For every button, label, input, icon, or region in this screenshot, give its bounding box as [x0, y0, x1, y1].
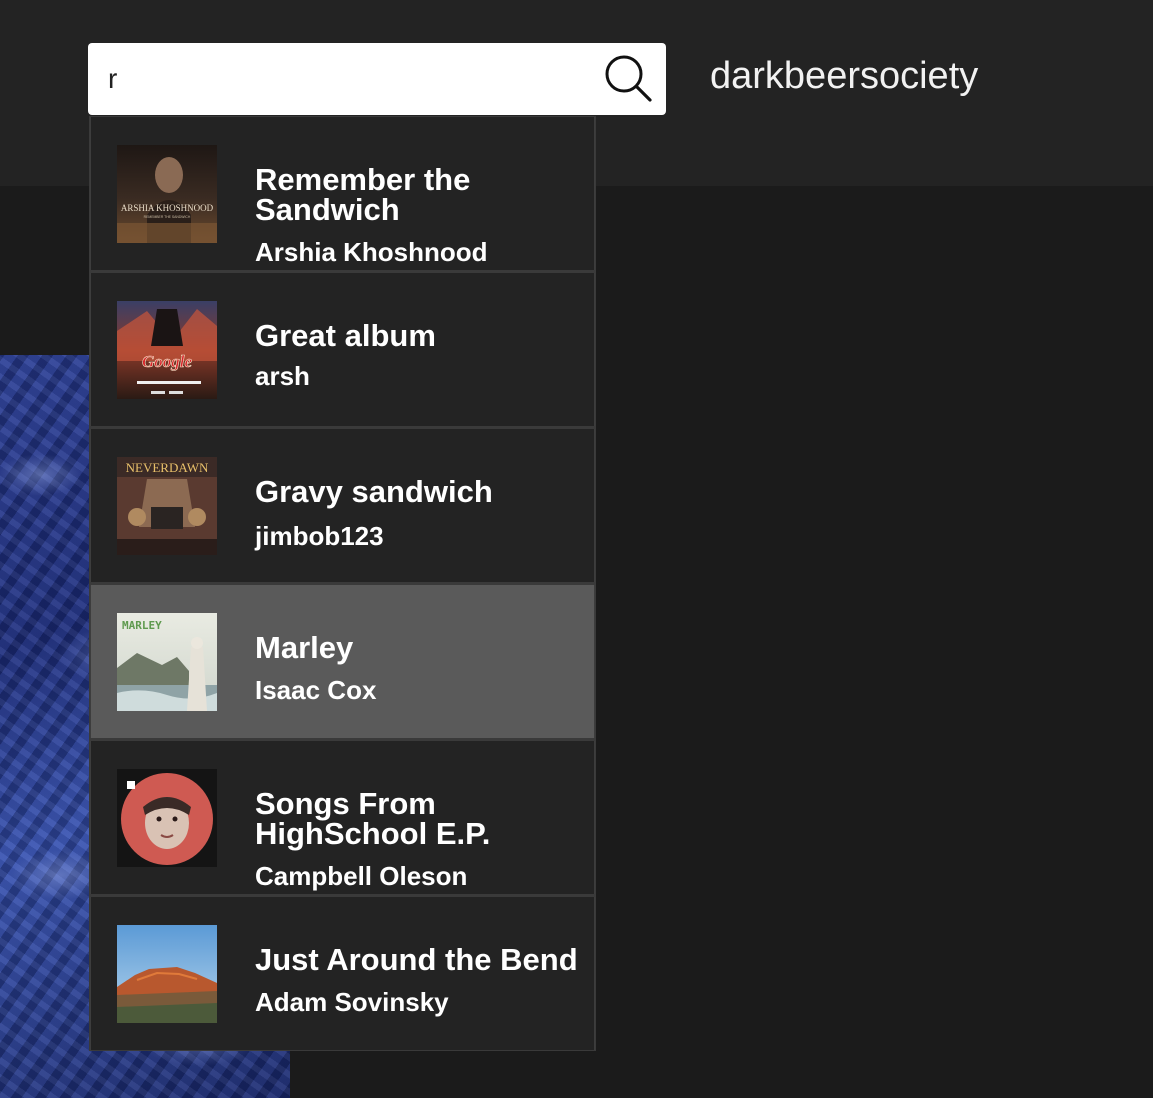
- search-result-item-highlighted[interactable]: MARLEY Marley Isaac Cox: [90, 585, 595, 738]
- search-result-item[interactable]: Just Around the Bend Adam Sovinsky: [90, 897, 595, 1050]
- svg-text:ARSHIA KHOSHNOOD: ARSHIA KHOSHNOOD: [121, 203, 214, 213]
- album-artist: arsh: [255, 361, 310, 391]
- album-title: Marley: [255, 630, 354, 665]
- search-box: [88, 43, 666, 115]
- site-name[interactable]: darkbeersociety: [710, 55, 978, 98]
- album-cover: [117, 769, 217, 867]
- svg-text:NEVERDAWN: NEVERDAWN: [126, 460, 209, 475]
- search-result-item[interactable]: Google Great album arsh: [90, 273, 595, 426]
- svg-text:Google: Google: [142, 352, 193, 371]
- album-artist: Adam Sovinsky: [255, 987, 449, 1017]
- search-icon: [605, 55, 652, 102]
- album-cover: NEVERDAWN: [117, 457, 217, 555]
- album-title: Great album: [255, 318, 436, 353]
- album-artist: Campbell Oleson: [255, 861, 468, 891]
- search-results-dropdown: ARSHIA KHOSHNOOD REMEMBER THE SANDWICH R…: [89, 116, 596, 1051]
- album-cover: Google: [117, 301, 217, 399]
- album-title: Remember the Sandwich: [255, 162, 471, 227]
- album-cover: MARLEY: [117, 613, 217, 711]
- album-title: Just Around the Bend: [255, 942, 578, 977]
- svg-text:REMEMBER THE SANDWICH: REMEMBER THE SANDWICH: [144, 215, 191, 219]
- album-artist: Isaac Cox: [255, 675, 377, 705]
- album-artist: jimbob123: [255, 521, 384, 551]
- search-button[interactable]: [602, 53, 654, 105]
- album-artist: Arshia Khoshnood: [255, 237, 488, 267]
- album-title: Gravy sandwich: [255, 474, 493, 509]
- album-cover: ARSHIA KHOSHNOOD REMEMBER THE SANDWICH: [117, 145, 217, 243]
- search-result-item[interactable]: Songs From HighSchool E.P. Campbell Oles…: [90, 741, 595, 894]
- album-cover: [117, 925, 217, 1023]
- album-title: Songs From HighSchool E.P.: [255, 786, 491, 851]
- search-result-item[interactable]: ARSHIA KHOSHNOOD REMEMBER THE SANDWICH R…: [90, 117, 595, 270]
- search-input[interactable]: [108, 57, 588, 101]
- svg-text:MARLEY: MARLEY: [122, 619, 162, 632]
- search-result-item[interactable]: NEVERDAWN Gravy sandwich jimbob123: [90, 429, 595, 582]
